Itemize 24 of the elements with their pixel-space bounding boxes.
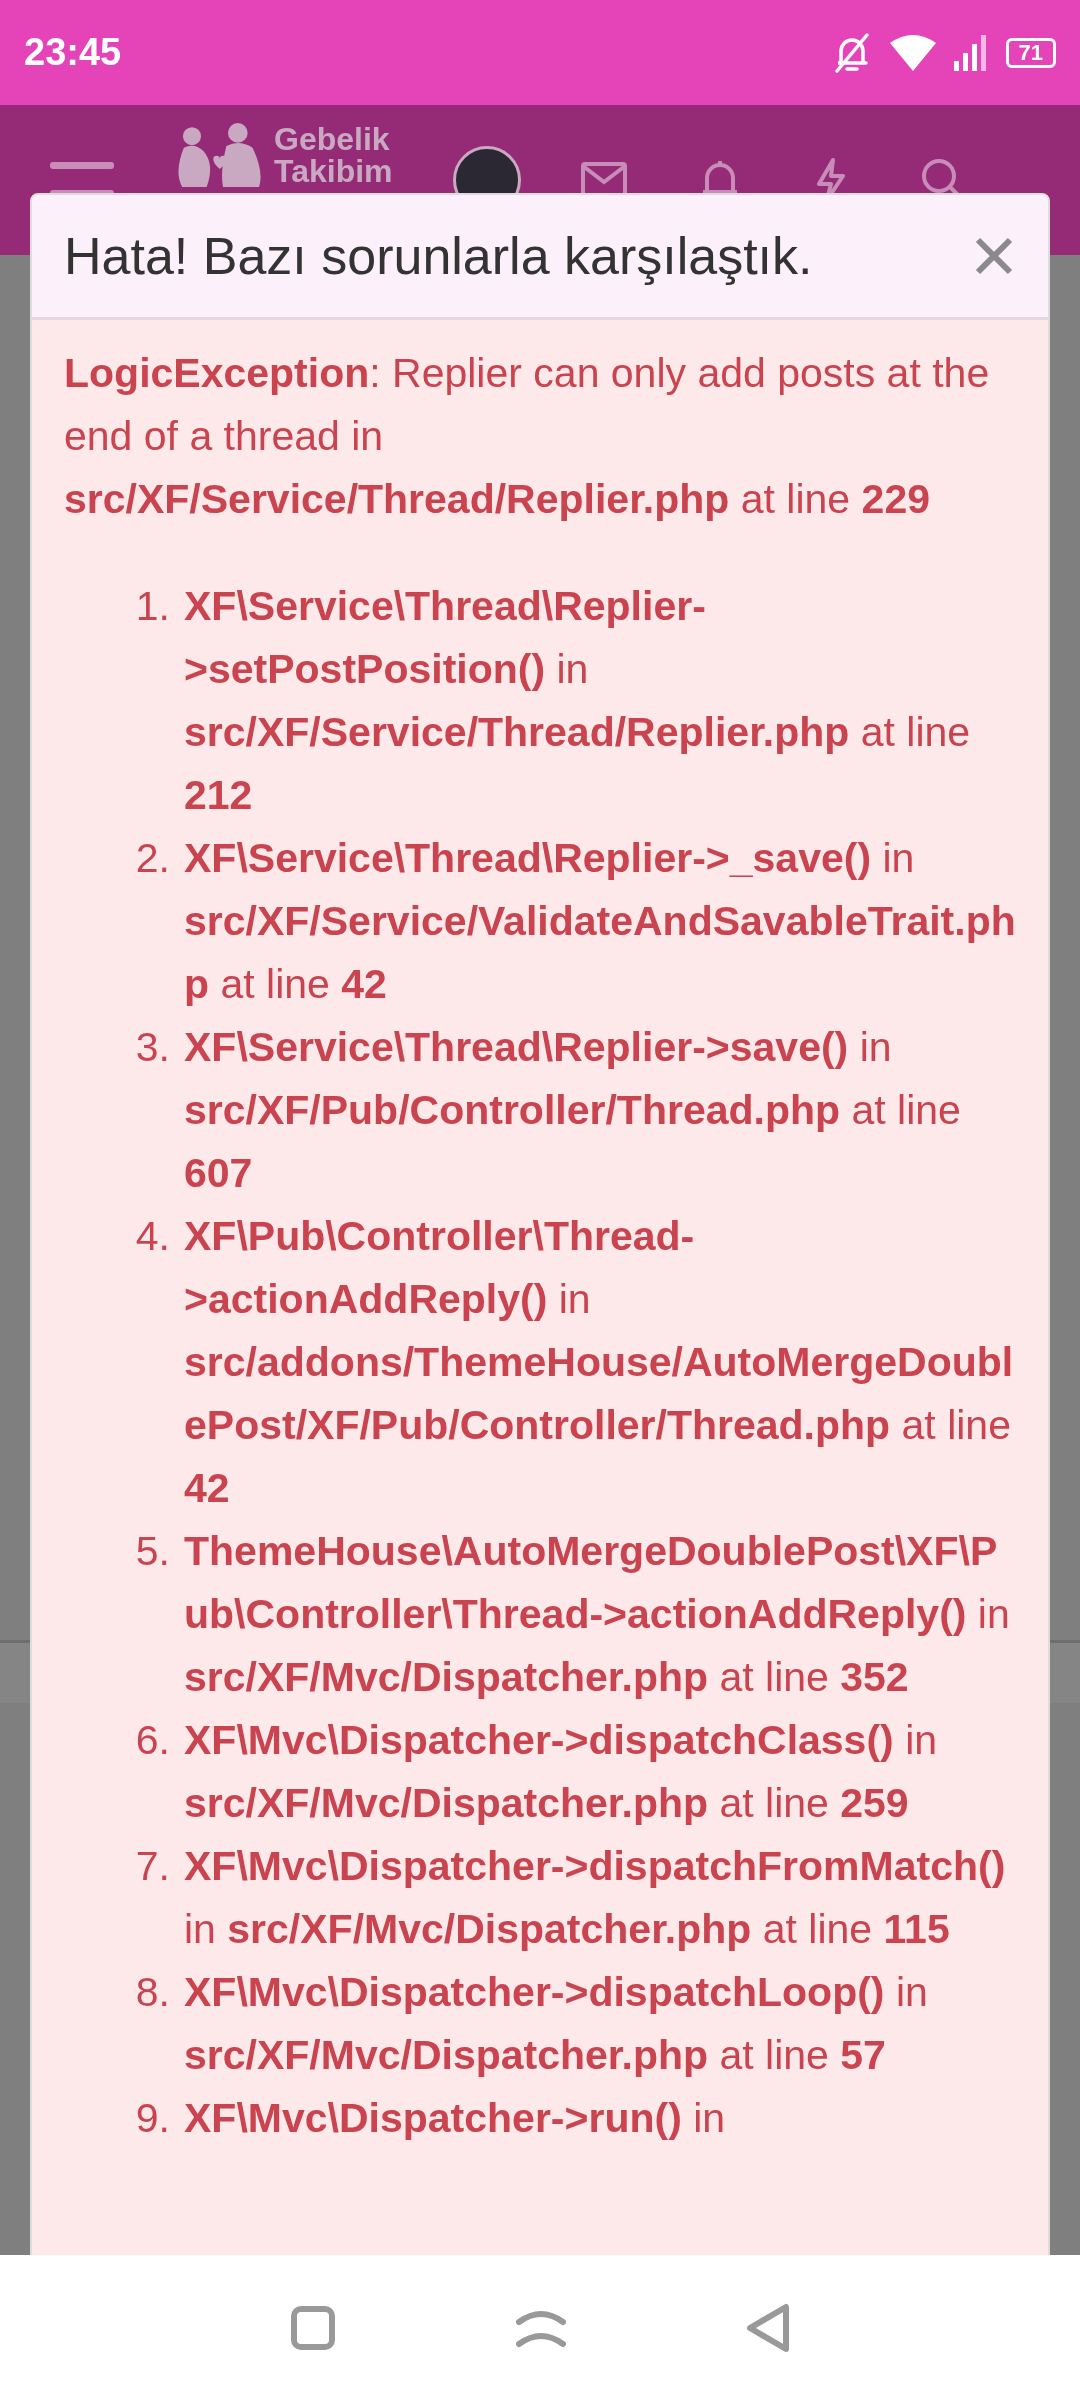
list-number: 1. (134, 582, 171, 631)
list-number: 9. (134, 2094, 171, 2143)
clock-time: 23:45 (24, 31, 122, 74)
list-number: 2. (134, 834, 171, 883)
stack-trace-entry: XF\Mvc\Dispatcher->run() in (184, 2094, 727, 2143)
list-number: 6. (134, 1716, 171, 1765)
stack-trace-entry: XF\Service\Thread\Replier->save() in src/XF/Pub/Controller/Thread.php at line 607 (184, 1023, 962, 1198)
close-icon[interactable] (974, 236, 1014, 276)
stack-trace-entry: XF\Mvc\Dispatcher->dispatchClass() in src/XF/Mvc/Dispatcher.php at line 259 (184, 1716, 939, 1828)
logo-text: Takibim (274, 155, 393, 187)
error-message: LogicException: Replier can only add posts at the end of a thread in src/XF/Service/Thread/Replier.php at line 229 (64, 349, 991, 524)
list-number: 5. (134, 1527, 171, 1576)
signal-icon (953, 34, 988, 71)
wifi-icon (889, 34, 936, 71)
logo-text: Gebelik (274, 123, 391, 155)
square-icon[interactable] (290, 2304, 336, 2351)
dialog-title: Hata! Bazı sorunlarla karşılaştık. (64, 226, 813, 286)
list-number: 8. (134, 1968, 171, 2017)
list-number: 4. (134, 1212, 171, 1261)
battery-indicator: 71 (1005, 37, 1056, 68)
list-number: 3. (134, 1023, 171, 1072)
back-icon[interactable] (746, 2302, 790, 2353)
list-number: 7. (134, 1842, 171, 1891)
stack-trace-entry: XF\Pub\Controller\Thread->actionAddReply() in src/addons/ThemeHouse/AutoMergeDoublePost/XF/Pub/Controller/Thread.php at line 42 (184, 1212, 1015, 1513)
